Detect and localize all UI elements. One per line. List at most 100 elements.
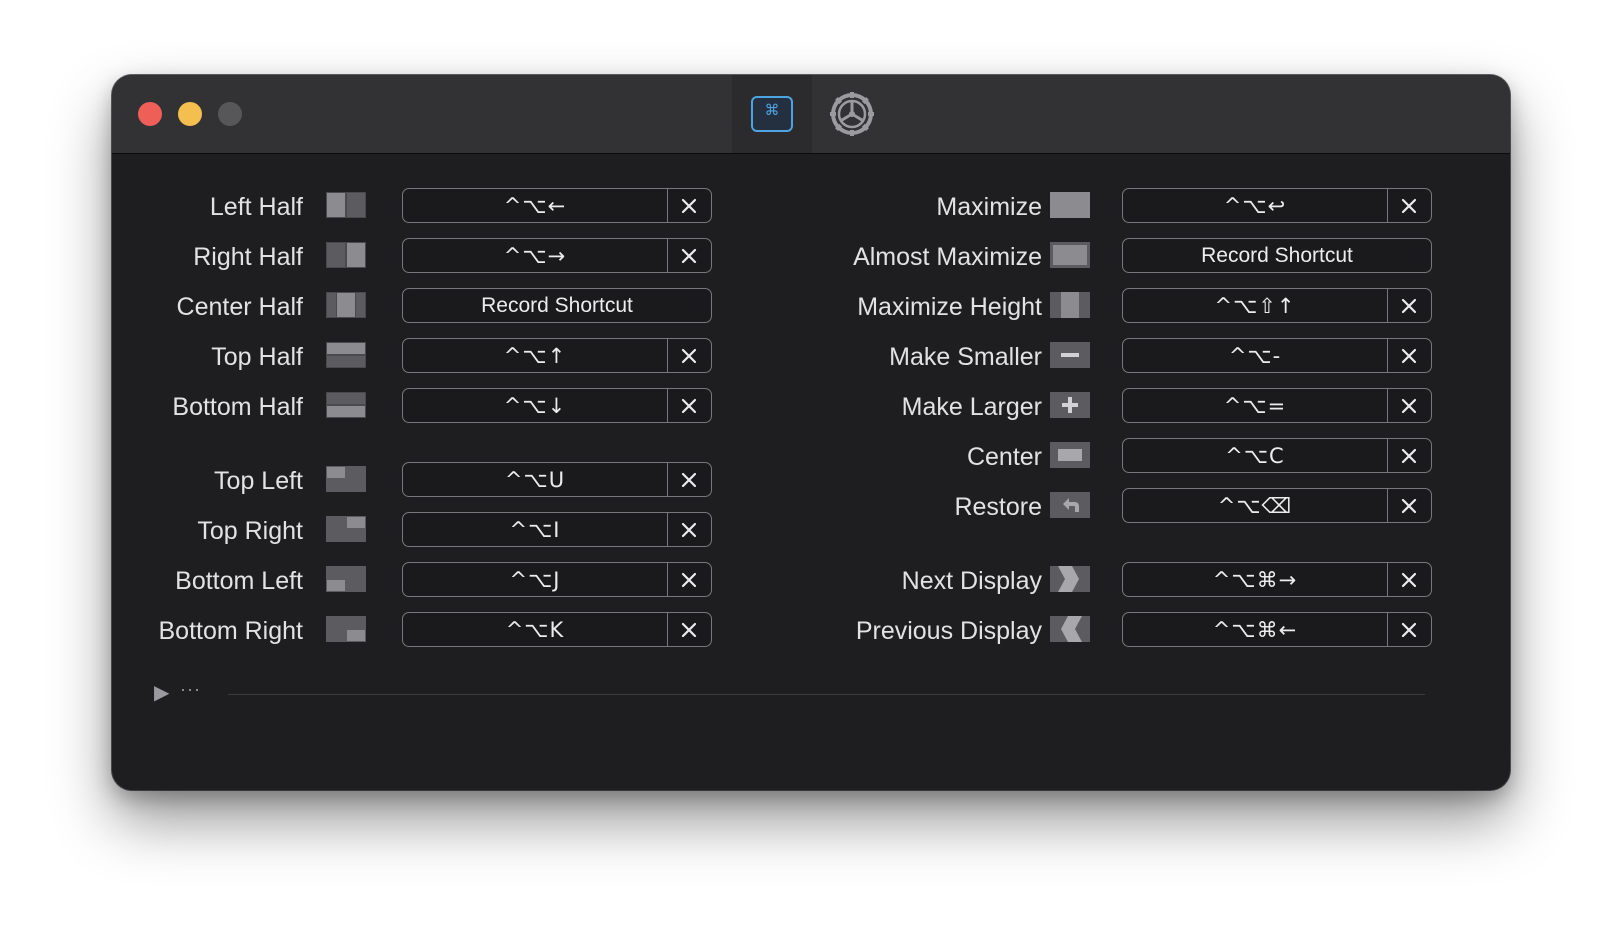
clear-shortcut-button[interactable] bbox=[667, 613, 711, 646]
action-label: Almost Maximize bbox=[853, 243, 1042, 271]
shortcut-recorder[interactable]: ^⌥↩ bbox=[1122, 188, 1432, 223]
clear-shortcut-button[interactable] bbox=[667, 339, 711, 372]
app-window: ⌘ Left Half ^⌥← Right Half ^⌥→ Center Ha… bbox=[112, 75, 1510, 790]
shortcut-value: ^⌥⌘← bbox=[1123, 613, 1388, 646]
bottom-left-icon bbox=[326, 566, 366, 592]
shortcut-row-bottom-half: Bottom Half ^⌥↓ bbox=[112, 388, 812, 424]
shortcut-recorder[interactable]: ^⌥I bbox=[402, 512, 712, 547]
expand-disclosure-icon[interactable]: ▶ bbox=[154, 680, 169, 705]
clear-shortcut-button[interactable] bbox=[1387, 289, 1431, 322]
action-label: Maximize Height bbox=[857, 293, 1042, 321]
close-icon bbox=[681, 248, 697, 263]
action-label: Next Display bbox=[901, 567, 1042, 595]
clear-shortcut-button[interactable] bbox=[1387, 389, 1431, 422]
clear-shortcut-button[interactable] bbox=[667, 513, 711, 546]
footer-divider bbox=[228, 694, 1425, 695]
shortcut-recorder[interactable]: ^⌥⌘← bbox=[1122, 612, 1432, 647]
shortcut-value: ^⌥→ bbox=[403, 239, 668, 272]
action-label: Maximize bbox=[936, 193, 1042, 221]
keyboard-shortcuts-icon: ⌘ bbox=[751, 96, 793, 132]
minimize-button[interactable] bbox=[178, 102, 202, 126]
gear-icon bbox=[830, 92, 874, 136]
shortcut-row-bottom-right: Bottom Right ^⌥K bbox=[112, 612, 812, 648]
close-icon bbox=[681, 572, 697, 587]
action-label: Right Half bbox=[193, 243, 303, 271]
shortcut-value: ^⌥↑ bbox=[403, 339, 668, 372]
bottom-right-icon bbox=[326, 616, 366, 642]
clear-shortcut-button[interactable] bbox=[667, 189, 711, 222]
shortcut-value: ^⌥I bbox=[403, 513, 668, 546]
action-label: Top Right bbox=[197, 517, 303, 545]
shortcut-value: ^⌥⌫ bbox=[1123, 489, 1388, 522]
action-label: Left Half bbox=[209, 193, 303, 221]
shortcut-value: ^⌥↓ bbox=[403, 389, 668, 422]
shortcut-row-make-larger: Make Larger ^⌥= bbox=[832, 388, 1510, 424]
record-shortcut-label: Record Shortcut bbox=[1201, 243, 1353, 267]
shortcut-row-top-half: Top Half ^⌥↑ bbox=[112, 338, 812, 374]
shortcut-row-previous-display: Previous Display ^⌥⌘← bbox=[832, 612, 1510, 648]
shortcut-recorder[interactable]: ^⌥= bbox=[1122, 388, 1432, 423]
record-shortcut-button[interactable]: Record Shortcut bbox=[1122, 238, 1432, 273]
record-shortcut-button[interactable]: Record Shortcut bbox=[402, 288, 712, 323]
shortcut-recorder[interactable]: ^⌥↓ bbox=[402, 388, 712, 423]
clear-shortcut-button[interactable] bbox=[1387, 613, 1431, 646]
shortcut-recorder[interactable]: ^⌥← bbox=[402, 188, 712, 223]
shortcut-row-top-left: Top Left ^⌥U bbox=[112, 462, 812, 498]
close-button[interactable] bbox=[138, 102, 162, 126]
action-label: Make Larger bbox=[901, 393, 1042, 421]
close-icon bbox=[681, 472, 697, 487]
center-half-icon bbox=[326, 292, 366, 318]
shortcut-recorder[interactable]: ^⌥K bbox=[402, 612, 712, 647]
restore-icon bbox=[1050, 492, 1090, 518]
shortcut-row-bottom-left: Bottom Left ^⌥J bbox=[112, 562, 812, 598]
action-label: Bottom Left bbox=[175, 567, 303, 595]
action-label: Restore bbox=[954, 493, 1042, 521]
shortcut-recorder[interactable]: ^⌥C bbox=[1122, 438, 1432, 473]
shortcut-row-left-half: Left Half ^⌥← bbox=[112, 188, 812, 224]
more-options-icon[interactable]: ··· bbox=[180, 679, 201, 700]
close-icon bbox=[1401, 298, 1417, 313]
left-half-icon bbox=[326, 192, 366, 218]
shortcut-recorder[interactable]: ^⌥↑ bbox=[402, 338, 712, 373]
shortcut-recorder[interactable]: ^⌥U bbox=[402, 462, 712, 497]
close-icon bbox=[1401, 398, 1417, 413]
top-half-icon bbox=[326, 342, 366, 368]
title-bar: ⌘ bbox=[112, 75, 1510, 154]
command-glyph: ⌘ bbox=[764, 102, 780, 119]
shortcut-value: ^⌥← bbox=[403, 189, 668, 222]
shortcut-value: ^⌥= bbox=[1123, 389, 1388, 422]
tab-settings[interactable] bbox=[812, 75, 892, 153]
action-label: Top Half bbox=[211, 343, 303, 371]
clear-shortcut-button[interactable] bbox=[1387, 439, 1431, 472]
next-display-icon bbox=[1050, 566, 1090, 592]
clear-shortcut-button[interactable] bbox=[667, 463, 711, 496]
close-icon bbox=[681, 348, 697, 363]
shortcut-recorder[interactable]: ^⌥⇧↑ bbox=[1122, 288, 1432, 323]
shortcut-value: ^⌥K bbox=[403, 613, 668, 646]
clear-shortcut-button[interactable] bbox=[1387, 189, 1431, 222]
make-larger-icon bbox=[1050, 392, 1090, 418]
shortcut-recorder[interactable]: ^⌥→ bbox=[402, 238, 712, 273]
shortcut-row-restore: Restore ^⌥⌫ bbox=[832, 488, 1510, 524]
center-icon bbox=[1050, 442, 1090, 468]
shortcut-row-next-display: Next Display ^⌥⌘→ bbox=[832, 562, 1510, 598]
clear-shortcut-button[interactable] bbox=[667, 239, 711, 272]
top-left-icon bbox=[326, 466, 366, 492]
action-label: Center bbox=[966, 443, 1042, 471]
clear-shortcut-button[interactable] bbox=[667, 389, 711, 422]
clear-shortcut-button[interactable] bbox=[1387, 339, 1431, 372]
clear-shortcut-button[interactable] bbox=[667, 563, 711, 596]
shortcut-recorder[interactable]: ^⌥- bbox=[1122, 338, 1432, 373]
action-label: Center Half bbox=[176, 293, 303, 321]
shortcut-recorder[interactable]: ^⌥J bbox=[402, 562, 712, 597]
shortcut-recorder[interactable]: ^⌥⌫ bbox=[1122, 488, 1432, 523]
top-right-icon bbox=[326, 516, 366, 542]
clear-shortcut-button[interactable] bbox=[1387, 563, 1431, 596]
shortcut-row-maximize: Maximize ^⌥↩ bbox=[832, 188, 1510, 224]
clear-shortcut-button[interactable] bbox=[1387, 489, 1431, 522]
close-icon bbox=[1401, 622, 1417, 637]
shortcut-recorder[interactable]: ^⌥⌘→ bbox=[1122, 562, 1432, 597]
close-icon bbox=[1401, 348, 1417, 363]
shortcut-row-make-smaller: Make Smaller ^⌥- bbox=[832, 338, 1510, 374]
tab-shortcuts[interactable]: ⌘ bbox=[732, 75, 812, 153]
